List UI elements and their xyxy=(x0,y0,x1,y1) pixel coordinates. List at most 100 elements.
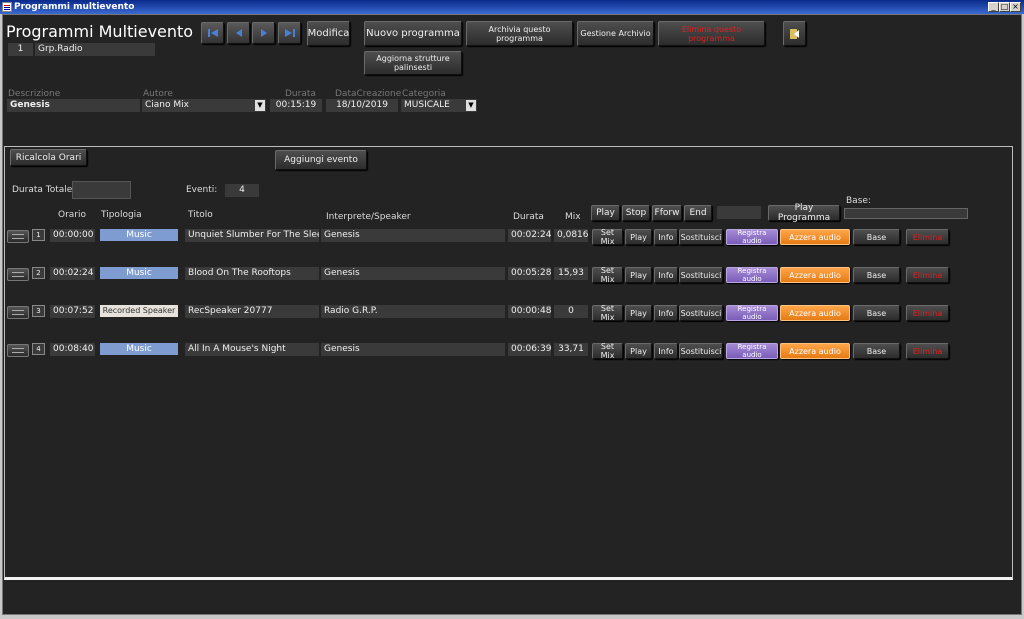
row-base-button[interactable]: Base xyxy=(853,343,900,359)
row-info-button[interactable]: Info xyxy=(654,267,678,283)
drag-handle-icon[interactable] xyxy=(7,230,29,243)
player-fforw-button[interactable]: Fforw xyxy=(652,205,682,221)
row-index: 2 xyxy=(32,267,45,279)
next-record-button[interactable] xyxy=(252,22,275,44)
row-mix: 0 xyxy=(554,305,588,318)
row-set-mix-button[interactable]: Set Mix xyxy=(592,228,623,246)
row-azzera-audio-button[interactable]: Azzera audio xyxy=(780,343,850,359)
eventi-count: 4 xyxy=(225,184,259,197)
row-elimina-button[interactable]: Elimina xyxy=(906,305,949,321)
next-record-icon xyxy=(260,29,267,37)
descrizione-field[interactable]: Genesis xyxy=(7,99,140,112)
modifica-button[interactable]: Modifica xyxy=(307,21,350,46)
nuovo-programma-button[interactable]: Nuovo programma xyxy=(364,21,462,46)
row-registra-audio-button[interactable]: Registra audio xyxy=(726,305,778,321)
player-stop-button[interactable]: Stop xyxy=(622,205,650,221)
descrizione-label: Descrizione xyxy=(8,89,61,99)
app-icon xyxy=(2,2,12,12)
row-play-button[interactable]: Play xyxy=(625,267,652,283)
row-base-button[interactable]: Base xyxy=(853,229,900,245)
group-id-field[interactable]: 1 xyxy=(8,43,33,56)
row-orario: 00:07:52 xyxy=(50,305,95,318)
row-registra-audio-button[interactable]: Registra audio xyxy=(726,229,778,245)
player-play-button[interactable]: Play xyxy=(591,205,620,221)
row-orario: 00:02:24 xyxy=(50,267,95,280)
title-bar: Programmi multievento xyxy=(0,0,1024,14)
gestione-archivio-button[interactable]: Gestione Archivio xyxy=(577,21,654,46)
ricalcola-orari-button[interactable]: Ricalcola Orari xyxy=(10,149,87,166)
row-info-button[interactable]: Info xyxy=(654,305,678,321)
row-mix: 33,71 xyxy=(554,343,588,356)
row-play-button[interactable]: Play xyxy=(625,305,652,321)
row-sostituisci-button[interactable]: Sostituisci xyxy=(679,343,723,359)
prev-record-button[interactable] xyxy=(227,22,250,44)
player-end-button[interactable]: End xyxy=(684,205,712,221)
aggiungi-evento-button[interactable]: Aggiungi evento xyxy=(275,150,367,170)
row-sostituisci-button[interactable]: Sostituisci xyxy=(679,267,723,283)
autore-label: Autore xyxy=(143,89,173,99)
first-record-button[interactable] xyxy=(201,22,224,44)
row-elimina-button[interactable]: Elimina xyxy=(906,267,949,283)
row-set-mix-button[interactable]: Set Mix xyxy=(592,266,623,284)
row-interprete: Genesis xyxy=(321,267,505,280)
row-sostituisci-button[interactable]: Sostituisci xyxy=(679,229,723,245)
row-elimina-button[interactable]: Elimina xyxy=(906,229,949,245)
row-mix: 15,93 xyxy=(554,267,588,280)
minimize-button[interactable]: _ xyxy=(988,2,999,12)
row-base-button[interactable]: Base xyxy=(853,305,900,321)
row-orario: 00:00:00 xyxy=(50,229,95,242)
drag-handle-icon[interactable] xyxy=(7,306,29,319)
durata-label: Durata xyxy=(285,89,316,99)
last-record-icon xyxy=(284,29,295,37)
col-interprete: Interprete/Speaker xyxy=(326,212,411,222)
categoria-label: Categoria xyxy=(402,89,446,99)
durata-totale-field[interactable] xyxy=(72,181,131,199)
row-sostituisci-button[interactable]: Sostituisci xyxy=(679,305,723,321)
row-base-button[interactable]: Base xyxy=(853,267,900,283)
datacreazione-field[interactable]: 18/10/2019 xyxy=(326,99,398,112)
row-titolo: Blood On The Rooftops xyxy=(185,267,319,280)
col-mix: Mix xyxy=(565,212,581,222)
row-registra-audio-button[interactable]: Registra audio xyxy=(726,267,778,283)
row-info-button[interactable]: Info xyxy=(654,229,678,245)
row-index: 4 xyxy=(32,343,45,355)
row-azzera-audio-button[interactable]: Azzera audio xyxy=(780,267,850,283)
datacreazione-label: DataCreazione xyxy=(335,89,402,99)
play-programma-button[interactable]: Play Programma xyxy=(768,203,840,223)
exit-button[interactable] xyxy=(783,21,806,46)
row-azzera-audio-button[interactable]: Azzera audio xyxy=(780,305,850,321)
row-titolo: All In A Mouse's Night xyxy=(185,343,319,356)
row-set-mix-button[interactable]: Set Mix xyxy=(592,304,623,322)
group-name-field[interactable]: Grp.Radio xyxy=(35,43,155,56)
close-button[interactable]: × xyxy=(1010,2,1021,12)
row-info-button[interactable]: Info xyxy=(654,343,678,359)
player-time-field xyxy=(717,206,761,219)
base-field[interactable] xyxy=(844,208,968,219)
durata-field[interactable]: 00:15:19 xyxy=(270,99,322,112)
maximize-button[interactable]: □ xyxy=(999,2,1010,12)
row-azzera-audio-button[interactable]: Azzera audio xyxy=(780,229,850,245)
row-elimina-button[interactable]: Elimina xyxy=(906,343,949,359)
drag-handle-icon[interactable] xyxy=(7,268,29,281)
col-durata: Durata xyxy=(513,212,544,222)
aggiorna-strutture-button[interactable]: Aggiorna strutture palinsesti xyxy=(364,51,462,75)
last-record-button[interactable] xyxy=(278,22,301,44)
elimina-programma-button[interactable]: Elimina questo programma xyxy=(658,21,765,46)
autore-select[interactable]: Ciano Mix xyxy=(142,99,266,112)
categoria-dropdown-icon[interactable]: ▼ xyxy=(466,100,476,111)
row-set-mix-button[interactable]: Set Mix xyxy=(592,342,623,360)
row-titolo: Unquiet Slumber For The Sleepers xyxy=(185,229,319,242)
page-title: Programmi Multievento xyxy=(6,22,194,41)
archivia-button[interactable]: Archivia questo programma xyxy=(466,21,573,46)
prev-record-icon xyxy=(235,29,242,37)
autore-dropdown-icon[interactable]: ▼ xyxy=(255,100,265,111)
row-registra-audio-button[interactable]: Registra audio xyxy=(726,343,778,359)
drag-handle-icon[interactable] xyxy=(7,344,29,357)
row-index: 1 xyxy=(32,229,45,241)
row-interprete: Genesis xyxy=(321,343,505,356)
row-tipologia: Music xyxy=(100,343,178,355)
row-durata: 00:00:48 xyxy=(508,305,551,318)
col-titolo: Titolo xyxy=(188,210,213,220)
row-play-button[interactable]: Play xyxy=(625,343,652,359)
row-play-button[interactable]: Play xyxy=(625,229,652,245)
